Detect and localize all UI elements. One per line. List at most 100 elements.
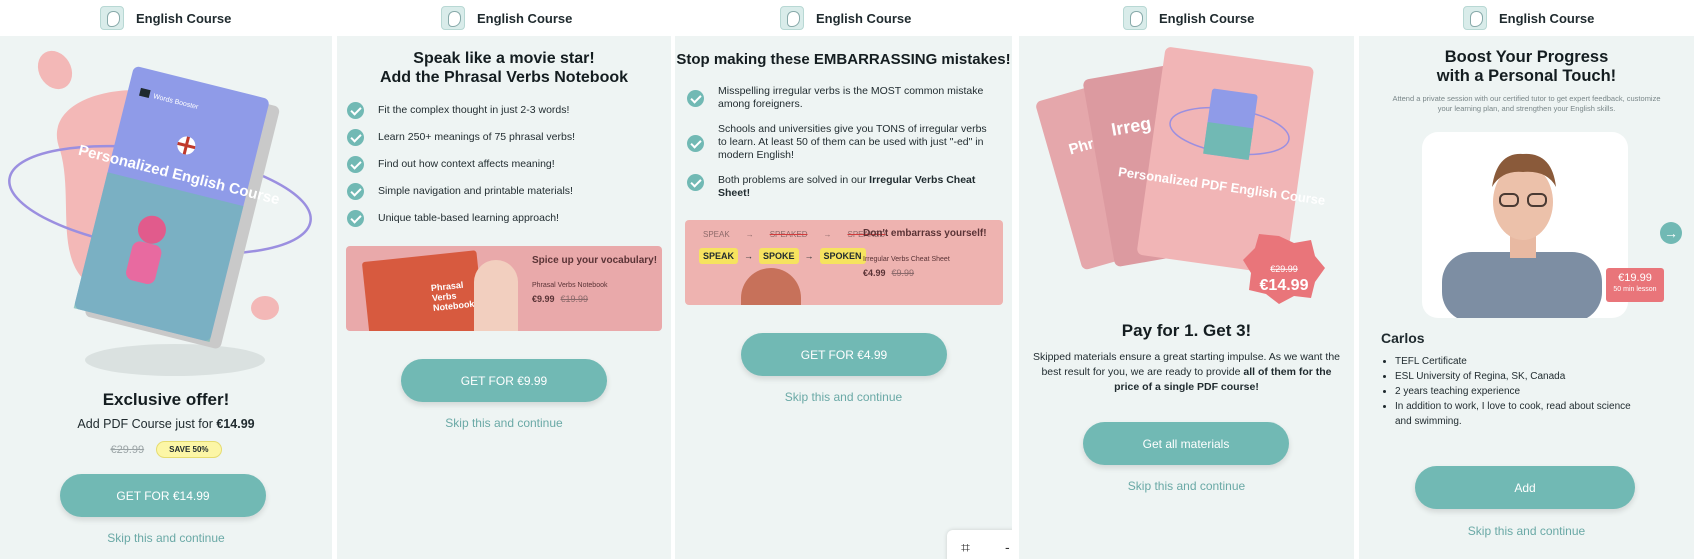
offer-panel-phrasal-verbs: English Course Speak like a movie star! … xyxy=(337,0,671,559)
list-item: Schools and universities give you TONS o… xyxy=(687,123,997,162)
bundle-books-illustration: Phra Note Irreg Note Personalized PDF En… xyxy=(1036,47,1326,304)
get-phrasal-verbs-button[interactable]: GET FOR €9.99 xyxy=(401,359,607,402)
panel-title: Speak like a movie star! Add the Phrasal… xyxy=(337,49,671,87)
badge-price: €14.99 xyxy=(1260,277,1309,294)
list-item: TEFL Certificate xyxy=(1395,354,1641,369)
badge-old-price: €29.99 xyxy=(1270,264,1298,274)
wrong-forms-row: SPEAK → SPEAKED → SPEAKED xyxy=(703,230,886,239)
skip-link[interactable]: Skip this and continue xyxy=(1359,524,1694,538)
check-icon xyxy=(687,135,704,152)
feature-list: Fit the complex thought in just 2-3 word… xyxy=(347,102,575,239)
panel-title: Stop making these EMBARRASSING mistakes! xyxy=(676,51,1011,68)
promo-book-name: Irregular Verbs Cheat Sheet xyxy=(863,256,950,263)
course-book-illustration: Words Booster Personalized English Cours… xyxy=(8,50,312,376)
minus-icon[interactable]: - xyxy=(1005,539,1010,555)
app-logo-icon xyxy=(441,6,465,30)
app-logo-icon xyxy=(1463,6,1487,30)
add-tutor-session-button[interactable]: Add xyxy=(1415,466,1635,509)
header-bar: English Course xyxy=(1019,0,1354,36)
skip-link[interactable]: Skip this and continue xyxy=(675,390,1012,404)
save-badge: SAVE 50% xyxy=(156,441,222,458)
promo-price: €9.99 €19.99 xyxy=(532,294,589,304)
list-item: ESL University of Regina, SK, Canada xyxy=(1395,369,1641,384)
brand-name: English Course xyxy=(816,10,912,26)
list-item: Misspelling irregular verbs is the MOST … xyxy=(687,85,997,111)
get-all-materials-button[interactable]: Get all materials xyxy=(1083,422,1289,465)
brand-name: English Course xyxy=(136,10,232,26)
panel-title: Boost Your Progress with a Personal Touc… xyxy=(1359,48,1694,86)
check-icon xyxy=(347,129,364,146)
brand-name: English Course xyxy=(1499,10,1595,26)
offer-text: Add PDF Course just for €14.99 xyxy=(0,417,332,431)
offer-panel-irregular-verbs: English Course Stop making these EMBARRA… xyxy=(675,0,1012,559)
arrow-icon: → xyxy=(744,251,754,261)
offer-panel-pdf-course: English Course Words Booster Personalize… xyxy=(0,0,332,559)
list-item: Unique table-based learning approach! xyxy=(347,210,575,227)
bundle-headline: Pay for 1. Get 3! xyxy=(1121,321,1252,340)
tutor-name: Carlos xyxy=(1381,330,1425,346)
tutor-photo xyxy=(1442,153,1602,318)
app-logo-icon xyxy=(1123,6,1147,30)
old-price: €29.99 xyxy=(110,443,145,456)
check-icon xyxy=(687,174,704,191)
tutor-price: €19.99 xyxy=(1618,272,1652,284)
promo-heading: Don't embarrass yourself! xyxy=(863,228,987,239)
price-tag: €19.99 50 min lesson xyxy=(1606,268,1664,302)
arrow-icon: → xyxy=(804,251,814,261)
title-line-2: with a Personal Touch! xyxy=(1436,67,1617,85)
promo-banner: Phrasal Verbs Notebook Spice up your voc… xyxy=(346,246,662,331)
list-item: Learn 250+ meanings of 75 phrasal verbs! xyxy=(347,129,575,146)
promo-price: €4.99 €9.99 xyxy=(863,268,915,278)
title-line-1: Speak like a movie star! xyxy=(413,50,595,67)
list-item: Both problems are solved in our Irregula… xyxy=(687,174,997,200)
check-icon xyxy=(347,102,364,119)
get-pdf-course-button[interactable]: GET FOR €14.99 xyxy=(60,474,266,517)
brand-name: English Course xyxy=(477,10,573,26)
next-arrow-icon[interactable]: → xyxy=(1660,222,1682,244)
offer-panel-tutor: English Course Boost Your Progress with … xyxy=(1359,0,1694,559)
offer-panel-bundle: English Course Phra Note Irreg Note Pers… xyxy=(1019,0,1354,559)
tutor-subtitle: Attend a private session with our certif… xyxy=(1392,94,1661,113)
person-photo xyxy=(741,268,801,305)
get-irregular-verbs-button[interactable]: GET FOR €4.99 xyxy=(741,333,947,376)
tutor-photo-card xyxy=(1422,132,1628,318)
bundle-description: Skipped materials ensure a great startin… xyxy=(1033,351,1340,393)
tutor-price-note: 50 min lesson xyxy=(1613,286,1657,293)
list-item: 2 years teaching experience xyxy=(1395,384,1641,399)
header-bar: English Course xyxy=(337,0,671,36)
check-icon xyxy=(347,183,364,200)
title-line-2: Add the Phrasal Verbs Notebook xyxy=(379,69,629,86)
app-logo-icon xyxy=(100,6,124,30)
skip-link[interactable]: Skip this and continue xyxy=(0,531,332,545)
arrow-icon: → xyxy=(745,230,754,239)
check-icon xyxy=(347,210,364,227)
header-bar: English Course xyxy=(0,0,332,36)
offer-text-label: Add PDF Course just for xyxy=(77,417,213,431)
arrow-icon: → xyxy=(823,230,832,239)
check-icon xyxy=(687,90,704,107)
offer-price: €14.99 xyxy=(216,417,255,431)
list-item: Find out how context affects meaning! xyxy=(347,156,575,173)
app-logo-icon xyxy=(780,6,804,30)
tutor-credentials: TEFL Certificate ESL University of Regin… xyxy=(1381,354,1641,429)
header-bar: English Course xyxy=(1359,0,1694,36)
promo-heading: Spice up your vocabulary! xyxy=(532,255,658,266)
check-icon xyxy=(347,156,364,173)
list-item: In addition to work, I love to cook, rea… xyxy=(1395,399,1641,429)
list-item: Fit the complex thought in just 2-3 word… xyxy=(347,102,575,119)
book-cover-image: Phrasal Verbs Notebook xyxy=(361,250,486,331)
right-forms-row: SPEAK → SPOKE → SPOKEN xyxy=(699,248,866,264)
list-item: Simple navigation and printable material… xyxy=(347,183,575,200)
skip-link[interactable]: Skip this and continue xyxy=(1019,479,1354,493)
mistakes-list: Misspelling irregular verbs is the MOST … xyxy=(687,85,997,212)
promo-banner: SPEAK → SPEAKED → SPEAKED SPEAK → SPOKE … xyxy=(685,220,1003,305)
floating-toolbar[interactable]: ⌗ - xyxy=(947,530,1012,559)
brand-name: English Course xyxy=(1159,10,1255,26)
person-photo xyxy=(474,260,518,331)
skip-link[interactable]: Skip this and continue xyxy=(337,416,671,430)
header-bar: English Course xyxy=(675,0,1012,36)
title-line-1: Boost Your Progress xyxy=(1444,48,1609,66)
offer-title: Exclusive offer! xyxy=(102,390,230,409)
crop-icon[interactable]: ⌗ xyxy=(961,540,970,558)
promo-book-name: Phrasal Verbs Notebook xyxy=(532,282,608,289)
